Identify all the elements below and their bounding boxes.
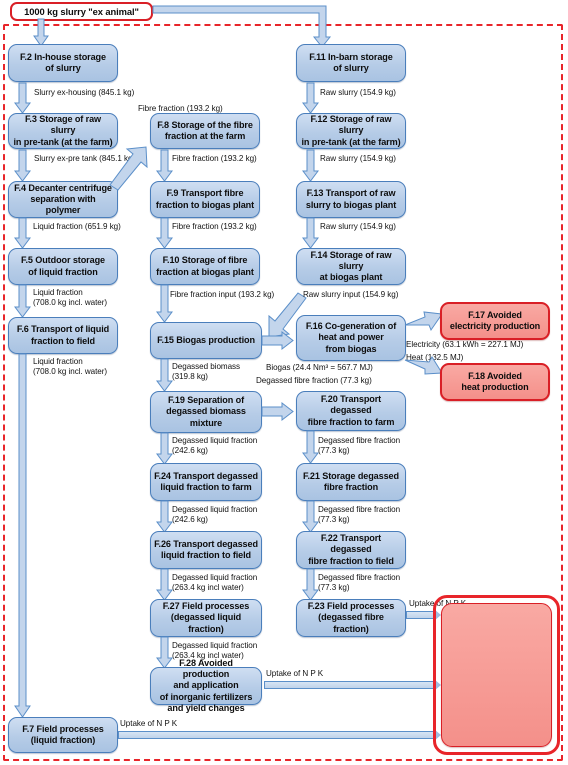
- label-biogas: Biogas (24.4 Nm³ = 567.7 MJ): [266, 363, 373, 372]
- label-electricity: Electricity (63.1 kWh = 227.1 MJ): [406, 340, 524, 349]
- arrow-input-to-F11: [152, 4, 341, 48]
- node-input-slurry: 1000 kg slurry "ex animal": [10, 2, 153, 21]
- arrow-F15-to-F16: [261, 330, 294, 351]
- node-F2: F.2 In-house storage of slurry: [8, 44, 118, 82]
- label-degassed-liquid-263b: Degassed liquid fraction (263.4 kg incl …: [172, 641, 258, 660]
- label-degassed-fibre-773a: Degassed fibre fraction (77.3 kg): [256, 376, 372, 385]
- arrow-F5-to-F6: [14, 284, 31, 318]
- node-F26: F.27 Field processes (degassed liquid fr…: [150, 599, 262, 637]
- node-F5: F.5 Outdoor storage of liquid fraction: [8, 248, 118, 285]
- label-fibre-fraction-193b: Fibre fraction (193.2 kg): [172, 154, 257, 163]
- label-uptake-npk-F27: Uptake of N P K: [266, 669, 324, 678]
- node-F13: F.13 Transport of raw slurry to biogas p…: [296, 181, 406, 218]
- arrow-F21-to-F22: [302, 500, 319, 533]
- arrow-F9-to-F10: [156, 217, 173, 249]
- arrow-F22-to-F23: [302, 568, 319, 601]
- node-F3: F.3 Storage of raw slurry in pre-tank (a…: [8, 113, 118, 149]
- arrow-F12-to-F13: [302, 149, 319, 182]
- label-fibre-fraction-193c: Fibre fraction (193.2 kg): [172, 222, 257, 231]
- node-F18: F.18 Avoided heat production: [440, 363, 550, 401]
- node-F23: F.23 Field processes (degassed fibre fra…: [296, 599, 406, 637]
- node-F12: F.12 Storage of raw slurry in pre-tank (…: [296, 113, 406, 149]
- node-F20: F.20 Transport degassed fibre fraction t…: [296, 391, 406, 431]
- connector-F27-to-F28: [264, 681, 436, 689]
- label-liquid-fraction-651: Liquid fraction (651.9 kg): [33, 222, 121, 231]
- node-F4: F.4 Decanter centrifuge separation with …: [8, 181, 118, 218]
- label-degassed-liquid-242a: Degassed liquid fraction (242.6 kg): [172, 436, 258, 455]
- node-F24: F.24 Transport degassed liquid fraction …: [150, 463, 262, 501]
- arrow-F3-to-F4: [14, 149, 31, 182]
- label-raw-slurry-input: Raw slurry input (154.9 kg): [303, 290, 399, 299]
- node-F6: F.6 Transport of liquid fraction to fiel…: [8, 317, 118, 354]
- arrow-F6-to-F7: [14, 353, 31, 718]
- arrow-F8-to-F9: [156, 149, 173, 182]
- arrow-F15-to-F19: [156, 358, 173, 392]
- arrow-F4-to-F5: [14, 217, 31, 249]
- node-F28: [441, 603, 552, 747]
- label-uptake-npk-F7: Uptake of N P K: [120, 719, 178, 728]
- node-F15: F.15 Biogas production: [150, 322, 262, 359]
- arrow-F19-to-F24: [156, 432, 173, 465]
- node-F7: F.7 Field processes (liquid fraction): [8, 717, 118, 753]
- arrow-F13-to-F14: [302, 217, 319, 249]
- node-F27: F.28 Avoided production and application …: [150, 658, 262, 713]
- arrow-F4-to-F8: [108, 145, 150, 191]
- arrow-F16-to-F17: [404, 309, 443, 333]
- arrow-F10-to-F15: [156, 284, 173, 323]
- arrow-F20-to-F21: [302, 430, 319, 464]
- flow-diagram-canvas: 1000 kg slurry "ex animal" F.2 In-house …: [0, 0, 568, 765]
- connector-F23-to-F28: [406, 611, 436, 619]
- label-raw-slurry-154a: Raw slurry (154.9 kg): [320, 88, 396, 97]
- label-raw-slurry-154c: Raw slurry (154.9 kg): [320, 222, 396, 231]
- arrow-F25-to-F26: [156, 568, 173, 601]
- label-degassed-fibre-773c: Degassed fibre fraction (77.3 kg): [318, 505, 401, 524]
- arrow-F19-to-F20: [261, 401, 294, 422]
- label-degassed-liquid-263a: Degassed liquid fraction (263.4 kg incl …: [172, 573, 258, 592]
- node-F16: F.16 Co-generation of heat and power fro…: [296, 315, 406, 361]
- node-F9: F.9 Transport fibre fraction to biogas p…: [150, 181, 260, 218]
- node-F8: F.8 Storage of the fibre fraction at the…: [150, 113, 260, 149]
- node-F14: F.14 Storage of raw slurry at biogas pla…: [296, 248, 406, 285]
- label-degassed-fibre-773d: Degassed fibre fraction (77.3 kg): [318, 573, 401, 592]
- node-F22: F.22 Transport degassed fibre fraction t…: [296, 531, 406, 569]
- connector-F7-to-F28: [118, 731, 436, 739]
- node-F11: F.11 In-barn storage of slurry: [296, 44, 406, 82]
- arrow-F11-to-F12: [302, 82, 319, 114]
- arrow-F2-to-F3: [14, 82, 31, 114]
- arrow-F24-to-F25: [156, 500, 173, 533]
- label-degassed-fibre-773b: Degassed fibre fraction (77.3 kg): [318, 436, 401, 455]
- label-liquid-fraction-708b: Liquid fraction (708.0 kg incl. water): [33, 357, 108, 376]
- label-slurry-ex-housing: Slurry ex-housing (845.1 kg): [34, 88, 135, 97]
- node-F17: F.17 Avoided electricity production: [440, 302, 550, 340]
- label-degassed-liquid-242b: Degassed liquid fraction (242.6 kg): [172, 505, 258, 524]
- node-F25: F.26 Transport degassed liquid fraction …: [150, 531, 262, 569]
- label-raw-slurry-154b: Raw slurry (154.9 kg): [320, 154, 396, 163]
- arrow-input-to-F2: [33, 18, 49, 47]
- node-F21: F.21 Storage degassed fibre fraction: [296, 463, 406, 501]
- node-F10: F.10 Storage of fibre fraction at biogas…: [150, 248, 260, 285]
- node-F19: F.19 Separation of degassed biomass mixt…: [150, 391, 262, 433]
- label-liquid-fraction-708a: Liquid fraction (708.0 kg incl. water): [33, 288, 108, 307]
